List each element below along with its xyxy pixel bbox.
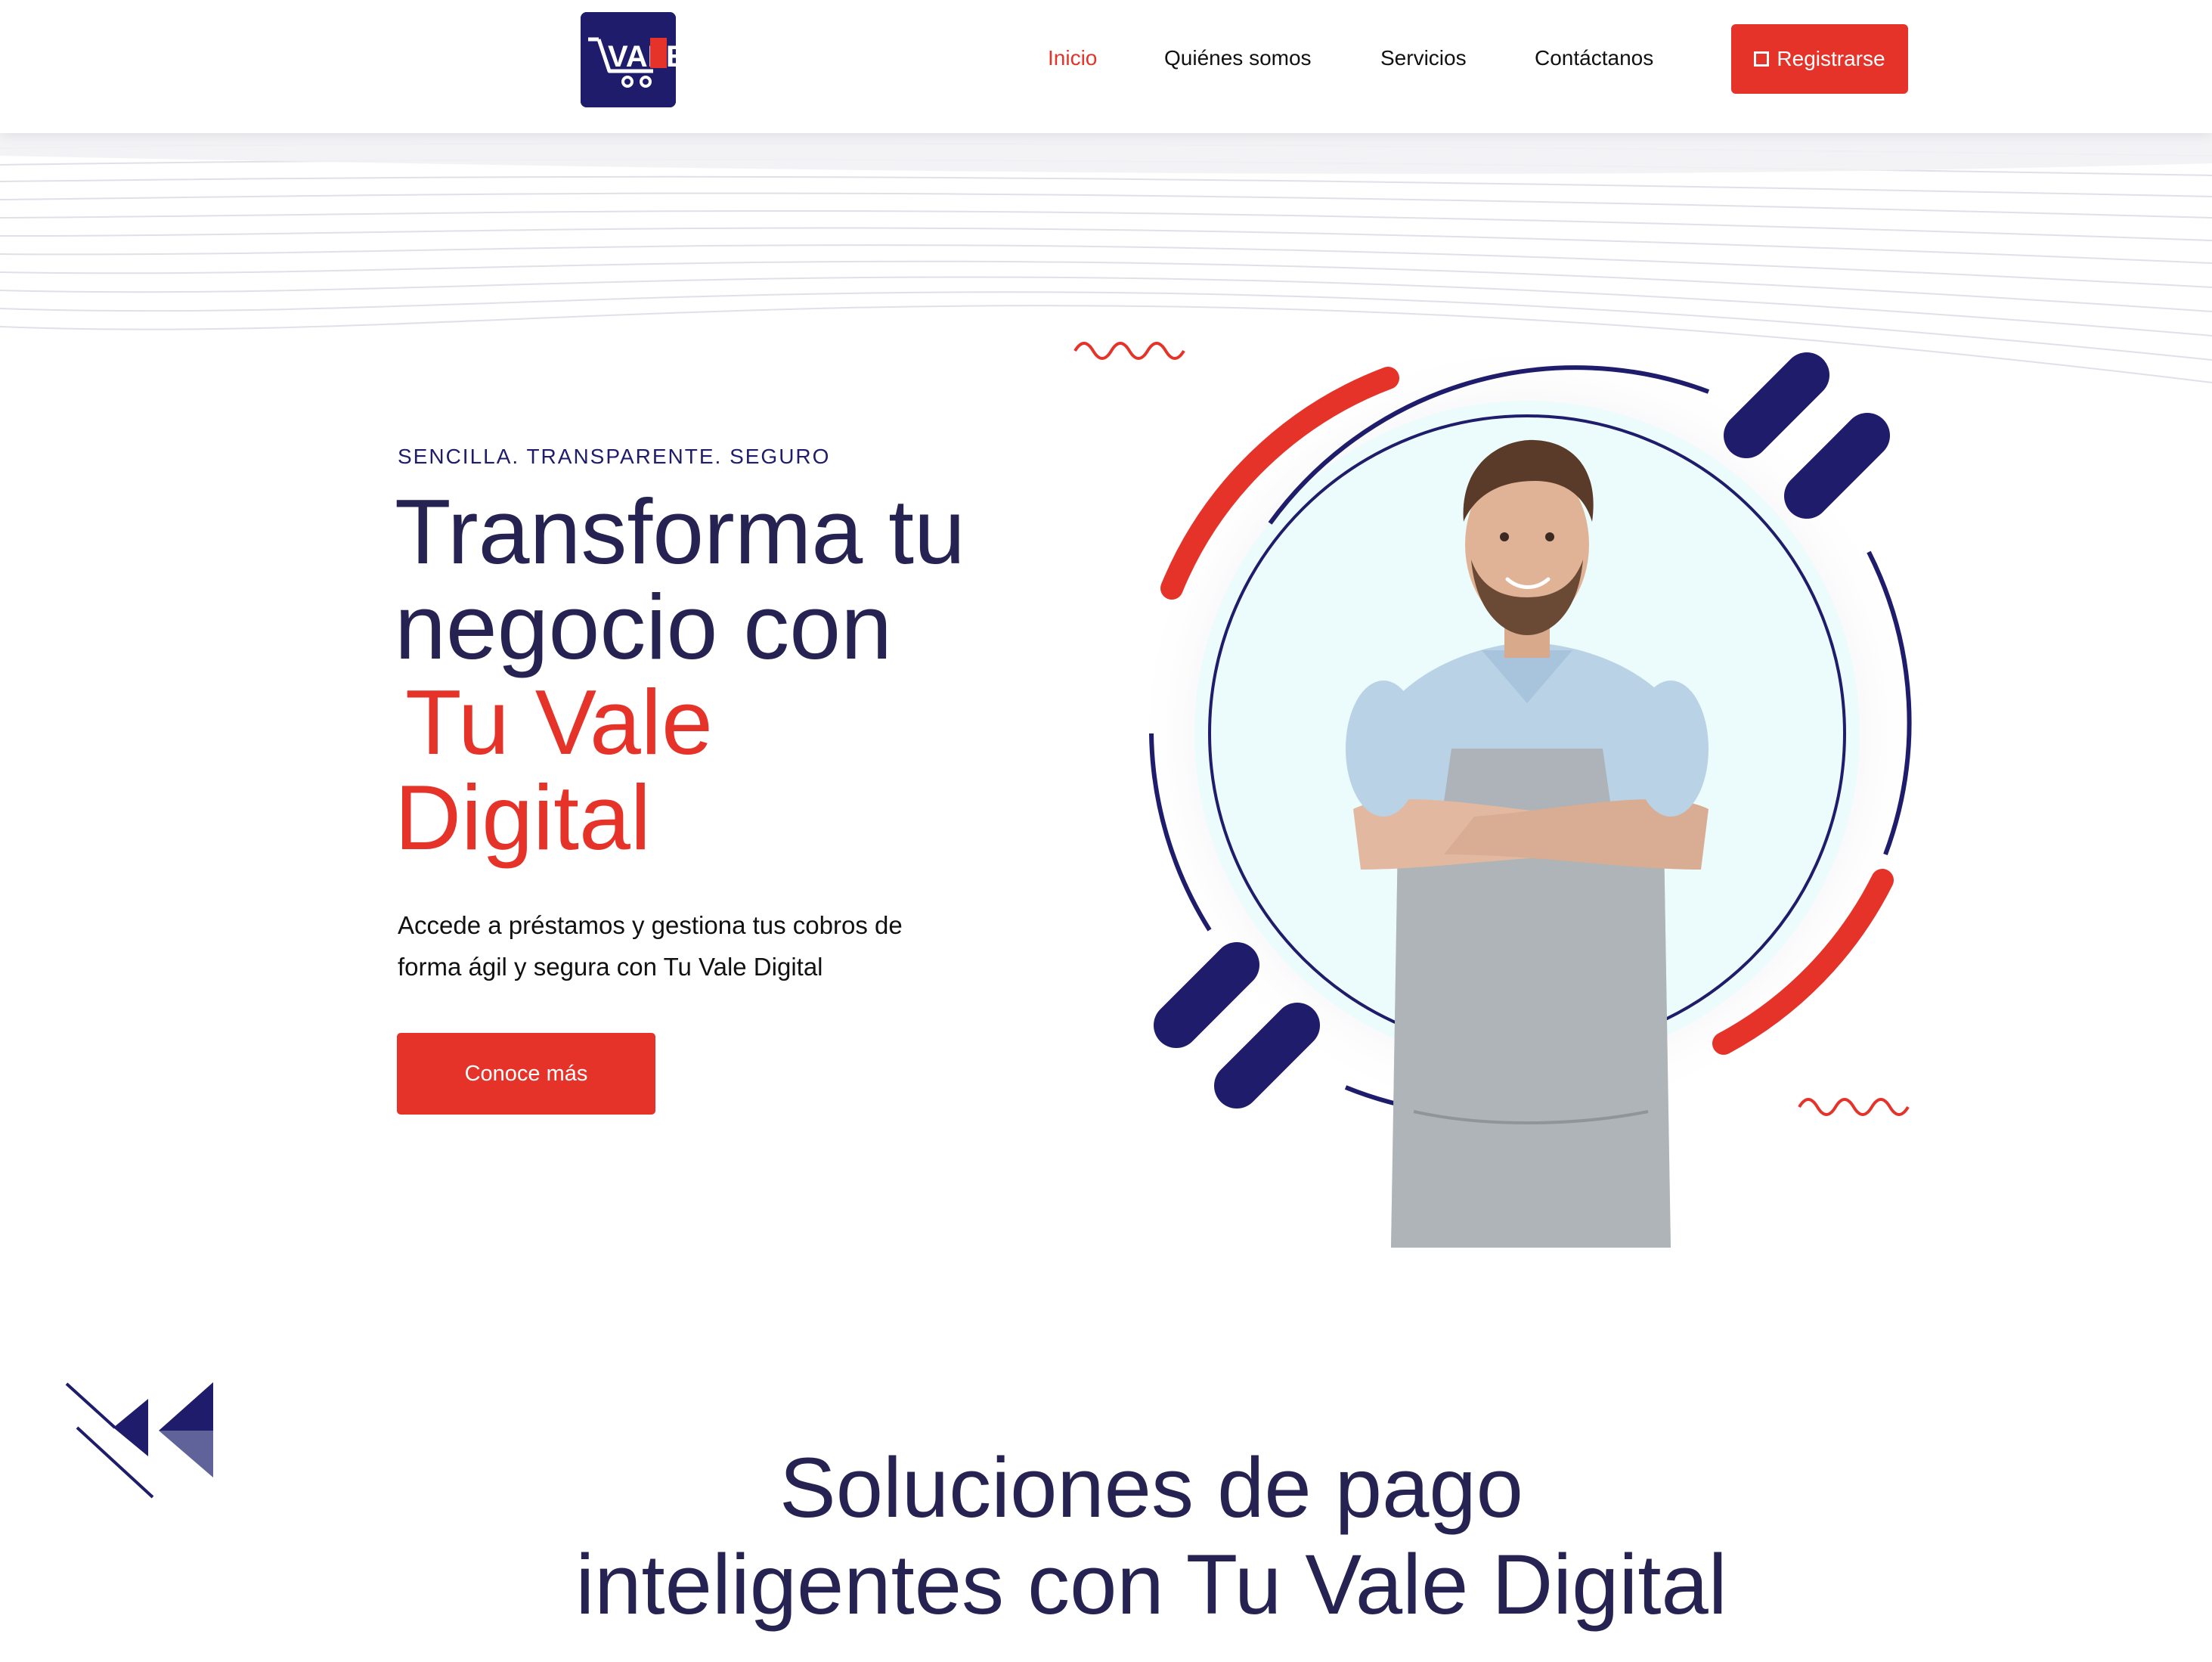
section-title: Soluciones de pago inteligentes con Tu V… [0,1440,2212,1633]
navy-pill-2 [1784,413,1890,519]
page: VALE Inicio Quiénes somos Servicios Cont… [0,0,2212,1662]
hero-title-line-1: Transforma tu [395,480,965,583]
zigzag-icon-2 [1798,1098,1910,1116]
hero-title-accent-2: Digital [395,766,652,869]
nav-quienes-somos[interactable]: Quiénes somos [1164,45,1312,71]
square-icon [1754,51,1770,67]
cta-label: Conoce más [464,1061,588,1086]
logo[interactable]: VALE [581,12,676,107]
hero-title-accent-1: Tu Vale [405,671,713,774]
hero-title-line-2: negocio con [395,575,892,678]
navy-pill-1 [1724,352,1829,458]
register-label: Registrarse [1777,47,1885,70]
navy-pill-3 [1154,942,1259,1048]
navy-pill-4 [1214,1003,1320,1109]
register-button[interactable]: Registrarse [1731,24,1908,94]
nav-servicios[interactable]: Servicios [1380,45,1467,71]
nav-inicio[interactable]: Inicio [1048,45,1097,71]
cart-logo-icon: VALE [581,12,676,107]
hero-title: Transforma tu negocio con Tu Vale Digita… [395,484,1015,865]
zigzag-icon [1073,342,1185,360]
hero-illustration [1073,340,1920,1248]
hero-eyebrow: SENCILLA. TRANSPARENTE. SEGURO [398,445,831,468]
section-title-line-2: inteligentes con Tu Vale Digital [575,1537,1727,1632]
conoce-mas-button[interactable]: Conoce más [397,1033,655,1115]
section-title-line-1: Soluciones de pago [779,1440,1523,1535]
site-header: VALE Inicio Quiénes somos Servicios Cont… [0,0,2212,133]
nav-contactanos[interactable]: Contáctanos [1535,45,1653,71]
hero-description: Accede a préstamos y gestiona tus cobros… [398,911,903,981]
